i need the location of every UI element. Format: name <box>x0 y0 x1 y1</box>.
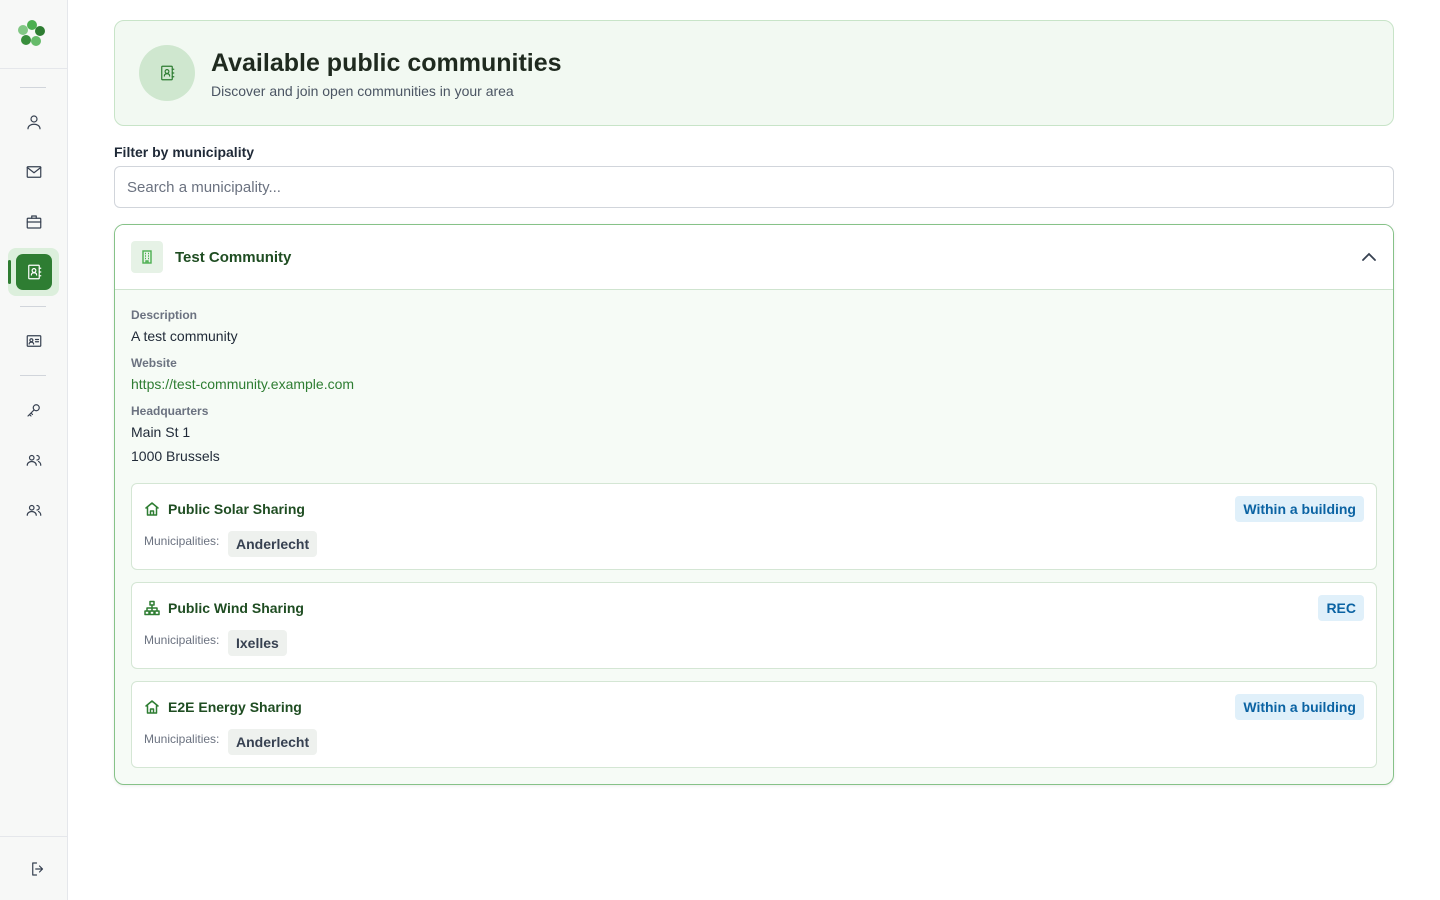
divider <box>0 836 68 837</box>
municipality-tag: Ixelles <box>228 630 287 656</box>
network-icon <box>144 600 160 616</box>
sharing-type-badge: Within a building <box>1235 694 1364 720</box>
address-line-2: 1000 Brussels <box>131 448 220 464</box>
municipality-search-input[interactable] <box>114 166 1394 208</box>
community-panel: Test Community Description A test commun… <box>114 224 1394 785</box>
id-card-icon <box>26 335 42 347</box>
page-title: Available public communities <box>211 49 562 77</box>
divider <box>20 87 46 88</box>
active-indicator <box>8 260 11 284</box>
nav-profile[interactable] <box>14 102 54 142</box>
sharing-card[interactable]: E2E Energy Sharing Within a building Mun… <box>131 681 1377 768</box>
description-value: A test community <box>131 328 238 344</box>
mail-icon <box>26 166 42 178</box>
users-icon <box>26 504 42 516</box>
logout-icon <box>32 862 44 876</box>
home-icon <box>144 501 160 517</box>
divider <box>0 68 68 69</box>
sharing-card[interactable]: Public Wind Sharing REC Municipalities: … <box>131 582 1377 669</box>
page-subtitle: Discover and join open communities in yo… <box>211 83 514 99</box>
sidebar <box>0 0 68 900</box>
nav-messages[interactable] <box>14 152 54 192</box>
sharing-title: Public Wind Sharing <box>168 600 304 616</box>
sharing-title: E2E Energy Sharing <box>168 699 302 715</box>
community-header[interactable]: Test Community <box>115 225 1393 290</box>
municipalities-label: Municipalities: <box>144 732 220 746</box>
contact-book-icon <box>161 65 175 81</box>
nav-groups[interactable] <box>14 490 54 530</box>
nav-keys[interactable] <box>14 390 54 430</box>
person-icon <box>27 115 41 130</box>
logout-button[interactable] <box>18 849 58 889</box>
municipality-tag: Anderlecht <box>228 531 318 557</box>
nav-users[interactable] <box>14 440 54 480</box>
nav-id-card[interactable] <box>14 321 54 361</box>
website-label: Website <box>131 356 177 370</box>
page-header: Available public communities Discover an… <box>114 20 1394 126</box>
filter-label: Filter by municipality <box>114 144 255 160</box>
sharing-card[interactable]: Public Solar Sharing Within a building M… <box>131 483 1377 570</box>
municipality-tag: Anderlecht <box>228 729 318 755</box>
sharing-type-badge: Within a building <box>1235 496 1364 522</box>
main-content: Available public communities Discover an… <box>114 20 1394 785</box>
municipalities-label: Municipalities: <box>144 633 220 647</box>
address-line-1: Main St 1 <box>131 424 191 440</box>
nav-communities[interactable] <box>16 254 52 290</box>
hero-icon-circle <box>139 45 195 101</box>
home-icon <box>144 699 160 715</box>
description-label: Description <box>131 308 198 322</box>
contact-book-icon <box>28 264 42 280</box>
users-icon <box>26 454 42 466</box>
municipalities-label: Municipalities: <box>144 534 220 548</box>
building-icon <box>131 241 163 273</box>
briefcase-icon <box>26 215 42 229</box>
nav-briefcase[interactable] <box>14 202 54 242</box>
chevron-up-icon[interactable] <box>1359 247 1379 267</box>
divider <box>20 375 46 376</box>
sharing-type-badge: REC <box>1318 595 1364 621</box>
website-link[interactable]: https://test-community.example.com <box>131 376 354 392</box>
key-icon <box>27 404 40 417</box>
divider <box>20 306 46 307</box>
sharing-title: Public Solar Sharing <box>168 501 305 517</box>
app-logo[interactable] <box>17 18 47 48</box>
headquarters-label: Headquarters <box>131 404 209 418</box>
community-name: Test Community <box>175 249 292 266</box>
